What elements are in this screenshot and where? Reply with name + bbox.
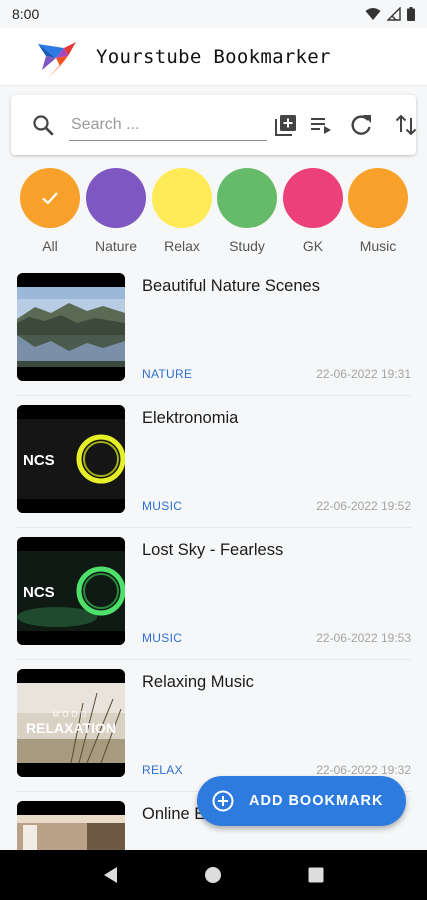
search-toolbar xyxy=(11,95,417,155)
category-label: Music xyxy=(359,238,397,254)
category-circle xyxy=(152,168,212,228)
category-filter: All Nature Relax Study GK Music xyxy=(0,168,427,260)
bookmark-title: Beautiful Nature Scenes xyxy=(142,277,320,295)
system-nav-bar xyxy=(0,850,427,900)
nav-home-button[interactable] xyxy=(201,863,225,887)
video-thumbnail: NCS xyxy=(17,405,125,513)
bookmark-category: NATURE xyxy=(142,367,193,381)
app-bar: Yourstube Bookmarker xyxy=(0,28,427,86)
refresh-button[interactable] xyxy=(347,111,375,139)
add-bookmark-button[interactable]: ADD BOOKMARK xyxy=(197,776,406,826)
bookmark-title: Elektronomia xyxy=(142,409,239,427)
category-circle xyxy=(283,168,343,228)
category-gk[interactable]: GK xyxy=(282,168,344,254)
bookmark-title: Lost Sky - Fearless xyxy=(142,541,284,559)
bookmark-item[interactable]: NCS Elektronomia MUSIC 22-06-2022 19:52 xyxy=(0,400,427,532)
category-circle xyxy=(348,168,408,228)
category-all[interactable]: All xyxy=(19,168,81,254)
add-box-button[interactable] xyxy=(272,111,300,139)
category-circle xyxy=(20,168,80,228)
check-icon xyxy=(42,192,58,205)
ncs-thumbnail-image: NCS xyxy=(17,405,125,513)
category-label: All xyxy=(42,238,58,254)
refresh-icon xyxy=(351,115,371,135)
ncs-logo-text: NCS xyxy=(23,452,55,469)
wifi-icon xyxy=(365,8,381,20)
bookmark-category: MUSIC xyxy=(142,499,183,513)
bookmark-date: 22-06-2022 19:31 xyxy=(316,367,411,381)
relax-thumbnail-image: MOOD RELAXATION xyxy=(17,669,125,777)
ncs-logo-text: NCS xyxy=(23,584,55,601)
category-circle xyxy=(86,168,146,228)
app-logo-icon xyxy=(38,41,76,78)
divider xyxy=(17,395,411,396)
home-icon xyxy=(205,867,222,883)
bookmark-category: RELAX xyxy=(142,763,183,777)
recents-icon xyxy=(308,867,324,883)
video-thumbnail: NCS xyxy=(17,537,125,645)
category-music[interactable]: Music xyxy=(347,168,409,254)
status-icons xyxy=(365,7,415,21)
ncs-thumbnail-image: NCS xyxy=(17,537,125,645)
status-bar: 8:00 xyxy=(0,0,427,28)
category-label: Study xyxy=(229,238,265,254)
nav-back-button[interactable] xyxy=(99,863,123,887)
bookmark-item[interactable]: Beautiful Nature Scenes NATURE 22-06-202… xyxy=(0,268,427,400)
video-thumbnail xyxy=(17,273,125,381)
bookmark-title: Online E xyxy=(142,805,206,823)
playlist-icon xyxy=(311,118,331,134)
category-study[interactable]: Study xyxy=(216,168,278,254)
back-icon xyxy=(104,867,118,883)
bookmark-date: 22-06-2022 19:32 xyxy=(316,763,411,777)
battery-icon xyxy=(407,7,415,21)
bookmark-category: MUSIC xyxy=(142,631,183,645)
video-thumbnail: MOOD RELAXATION xyxy=(17,669,125,777)
playlist-button[interactable] xyxy=(307,111,335,139)
divider xyxy=(17,659,411,660)
nature-thumbnail-image xyxy=(17,273,125,381)
category-nature[interactable]: Nature xyxy=(85,168,147,254)
add-box-icon xyxy=(275,115,296,136)
thumbnail-relaxation-text: RELAXATION xyxy=(26,720,116,736)
sort-icon xyxy=(395,114,417,136)
search-icon[interactable] xyxy=(31,113,55,137)
divider xyxy=(17,527,411,528)
add-circle-icon xyxy=(212,790,234,812)
category-label: Nature xyxy=(94,238,138,254)
bookmark-date: 22-06-2022 19:53 xyxy=(316,631,411,645)
category-label: GK xyxy=(302,238,324,254)
thumbnail-mood-text: MOOD xyxy=(53,710,90,719)
bookmark-title: Relaxing Music xyxy=(142,673,254,691)
signal-icon xyxy=(387,7,401,21)
add-bookmark-label: ADD BOOKMARK xyxy=(249,793,384,809)
search-input[interactable] xyxy=(69,109,267,141)
bookmark-item[interactable]: NCS Lost Sky - Fearless MUSIC 22-06-2022… xyxy=(0,532,427,664)
sort-button[interactable] xyxy=(392,111,420,139)
app-screen: 8:00 Yourstube Bookmarker Search ... All… xyxy=(0,0,427,900)
category-relax[interactable]: Relax xyxy=(151,168,213,254)
nav-recents-button[interactable] xyxy=(304,863,328,887)
app-title: Yourstube Bookmarker xyxy=(96,45,331,68)
bookmark-date: 22-06-2022 19:52 xyxy=(316,499,411,513)
category-circle xyxy=(217,168,277,228)
status-time: 8:00 xyxy=(12,6,40,22)
category-label: Relax xyxy=(164,238,200,254)
